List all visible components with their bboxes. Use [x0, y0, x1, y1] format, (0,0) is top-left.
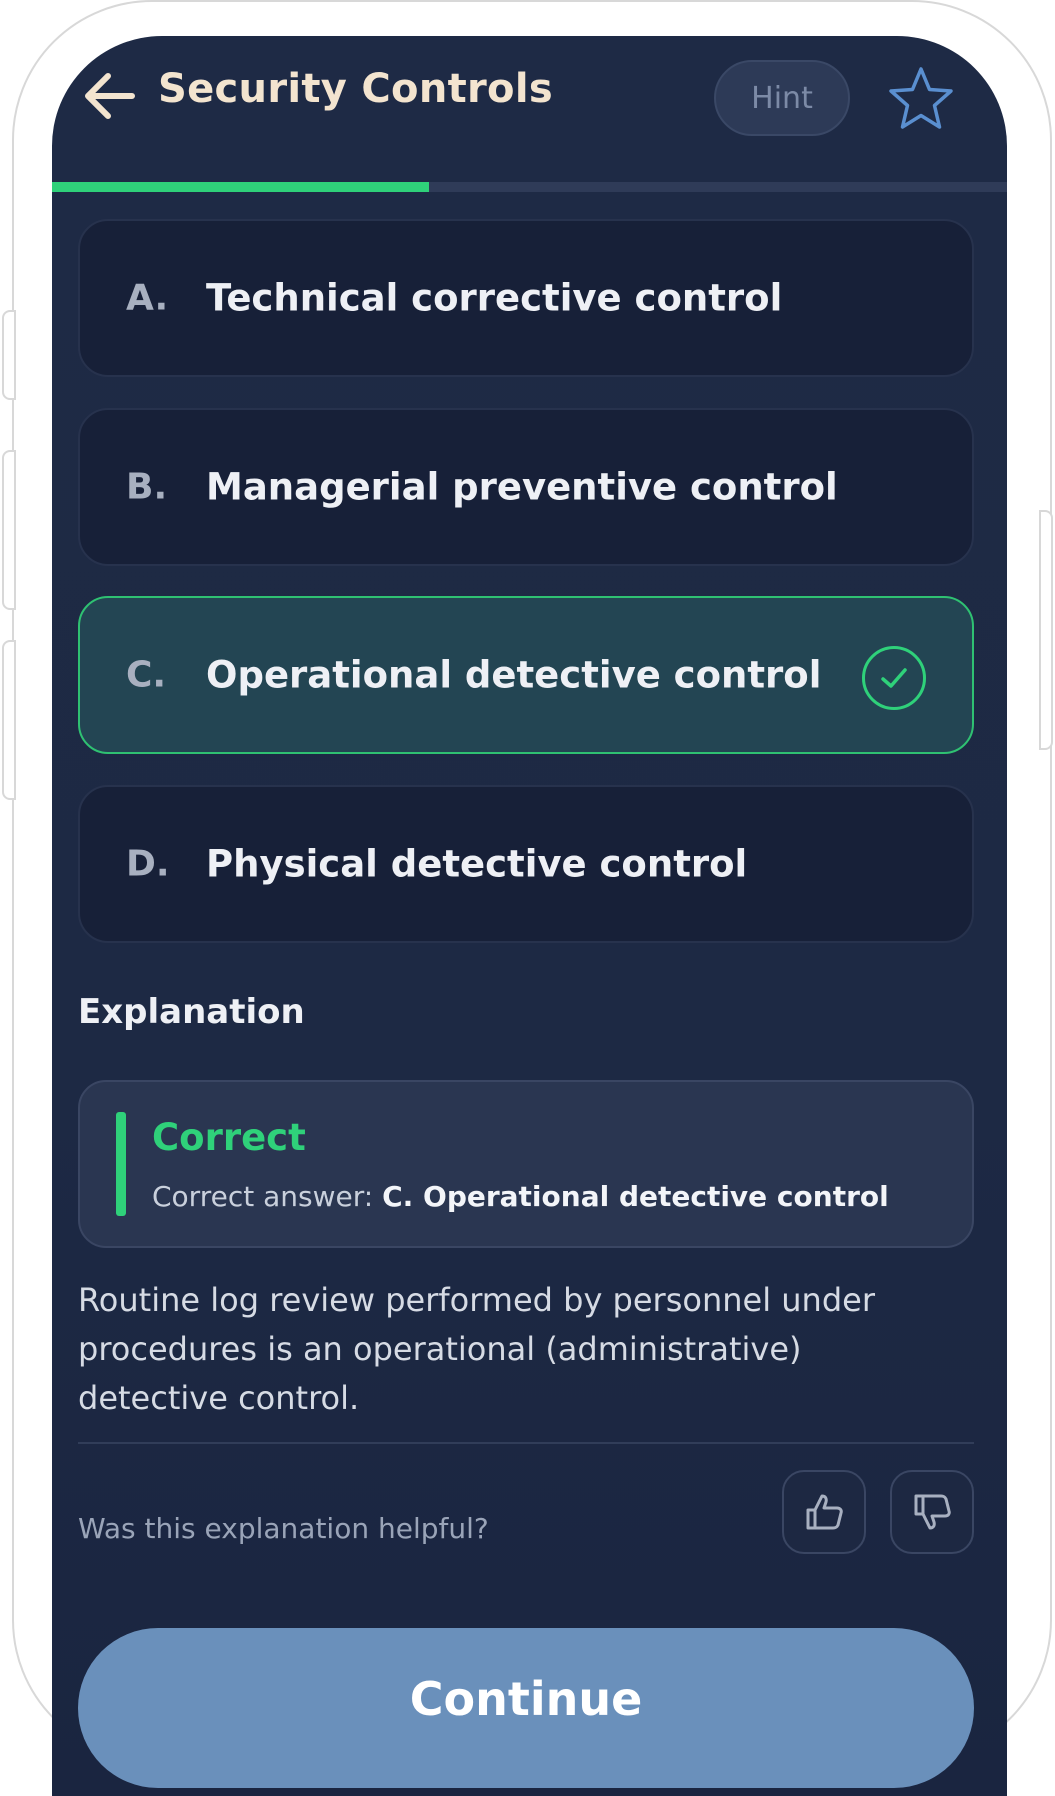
thumbs-up-icon: [806, 1494, 843, 1530]
option-letter: D.: [126, 843, 170, 885]
thumbs-up-button[interactable]: [782, 1470, 866, 1554]
check-circle-icon: [862, 646, 926, 710]
progress-bar-fill: [52, 182, 430, 192]
explanation-text: Routine log review performed by personne…: [78, 1281, 875, 1417]
arrow-left-icon: [85, 73, 135, 119]
option-text: Operational detective control: [206, 653, 822, 697]
continue-button[interactable]: Continue: [78, 1628, 974, 1788]
result-accent-bar: [116, 1112, 126, 1216]
progress-bar: [52, 182, 1007, 192]
option-letter: A.: [126, 277, 169, 319]
answer-option-b[interactable]: B. Managerial preventive control: [78, 408, 974, 566]
option-text: Physical detective control: [206, 842, 748, 886]
explanation-heading: Explanation: [78, 992, 305, 1032]
option-text: Technical corrective control: [206, 276, 783, 320]
hint-button[interactable]: Hint: [714, 60, 850, 136]
back-button[interactable]: [80, 68, 140, 124]
device-side-button: [2, 450, 16, 610]
option-letter: B.: [126, 466, 168, 508]
device-side-button: [1039, 510, 1053, 750]
answer-option-a[interactable]: A. Technical corrective control: [78, 219, 974, 377]
correct-answer-value: C. Operational detective control: [382, 1180, 889, 1213]
option-letter: C.: [126, 654, 167, 696]
page-title: Security Controls: [158, 66, 553, 112]
correct-answer-prefix: Correct answer:: [152, 1180, 374, 1213]
answer-option-c[interactable]: C. Operational detective control: [78, 596, 974, 754]
app-screen: Security Controls Hint A. Technical corr…: [52, 36, 1007, 1796]
thumbs-down-icon: [914, 1494, 951, 1530]
device-side-button: [2, 310, 16, 400]
thumbs-down-button[interactable]: [890, 1470, 974, 1554]
quiz-header: Security Controls Hint: [52, 36, 1007, 181]
result-card: Correct Correct answer: C. Operational d…: [78, 1080, 974, 1248]
star-icon: [889, 67, 953, 129]
correct-answer-line: Correct answer: C. Operational detective…: [152, 1180, 889, 1213]
answer-option-d[interactable]: D. Physical detective control: [78, 785, 974, 943]
result-status: Correct: [152, 1116, 306, 1159]
feedback-question: Was this explanation helpful?: [78, 1512, 489, 1545]
device-side-button: [2, 640, 16, 800]
favorite-button[interactable]: [886, 64, 956, 134]
divider: [78, 1442, 974, 1444]
option-text: Managerial preventive control: [206, 465, 838, 509]
